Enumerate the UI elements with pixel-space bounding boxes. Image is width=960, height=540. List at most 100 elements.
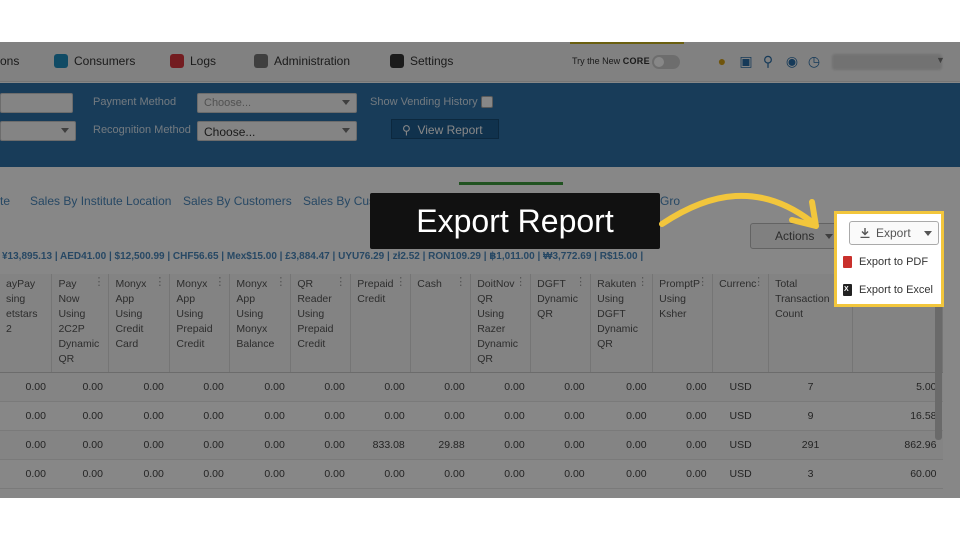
table-cell: 0.00 [652, 401, 713, 431]
top-navigation: ons Consumers Logs Administration Settin… [0, 42, 960, 82]
table-cell: 0.00 [169, 430, 230, 460]
column-menu-icon[interactable]: ⋮ [515, 275, 526, 290]
core-toggle[interactable] [652, 55, 680, 69]
partial-text-field[interactable] [0, 93, 73, 113]
store-icon[interactable]: ▣ [738, 53, 754, 69]
table-cell: 0.00 [108, 430, 170, 460]
administration-icon [254, 54, 268, 68]
column-header-label: PromptP Using Ksher [659, 278, 700, 320]
column-header[interactable]: Pay Now Using 2C2P Dynamic QR ⋮ [51, 274, 110, 373]
table-cell: 0.00 [169, 459, 230, 489]
try-prefix: Try the New [572, 56, 621, 66]
table-cell: 0.00 [652, 459, 713, 489]
table-row[interactable]: 0.00 0.00 0.00 0.00 0.00 0.00 0.00 0.00 0.00 0.00… [0, 401, 943, 431]
vending-history-checkbox[interactable] [481, 96, 493, 108]
consumers-icon [54, 54, 68, 68]
nav-item-consumers[interactable]: Consumers [54, 54, 135, 68]
table-cell: 291 [768, 430, 853, 460]
search-icon[interactable]: ⚲ [760, 53, 776, 69]
column-menu-icon[interactable]: ⋮ [753, 275, 764, 290]
column-menu-icon[interactable]: ⋮ [455, 275, 466, 290]
table-cell: 0.00 [470, 372, 531, 402]
recognition-method-select[interactable]: Choose... [197, 121, 357, 141]
view-report-button[interactable]: ⚲ View Report [391, 119, 499, 139]
table-cell: 0.00 [108, 459, 170, 489]
nav-item-label: Administration [274, 54, 351, 68]
column-menu-icon[interactable]: ⋮ [214, 275, 225, 290]
nav-item-label: Consumers [74, 54, 136, 68]
column-header-label: Monyx App Using Monyx Balance [236, 278, 275, 350]
table-cell: 0.00 [0, 459, 52, 489]
column-header[interactable]: Rakuten Using DGFT Dynamic QR ⋮ [590, 274, 654, 373]
column-menu-icon[interactable]: ⋮ [637, 275, 648, 290]
table-cell: 0.00 [229, 459, 291, 489]
column-header[interactable]: Monyx App Using Prepaid Credit ⋮ [169, 274, 231, 373]
column-header[interactable]: DGFT Dynamic QR ⋮ [530, 274, 592, 373]
column-header[interactable]: ayPay sing etstars 2 [0, 274, 53, 373]
nav-item-label: ons [0, 54, 20, 68]
nav-item-administration[interactable]: Administration [254, 54, 350, 68]
export-excel-label: Export to Excel [859, 284, 933, 296]
settings-icon [390, 54, 404, 68]
export-excel-menu-item[interactable]: X Export to Excel [843, 284, 933, 296]
clock-icon[interactable]: ◷ [806, 53, 822, 69]
payment-method-select[interactable]: Choose... [197, 93, 357, 113]
table-cell: 0.00 [169, 401, 230, 431]
column-header[interactable]: Cash ⋮ [410, 274, 472, 373]
payment-method-value: Choose... [204, 97, 252, 109]
column-menu-icon[interactable]: ⋮ [697, 275, 708, 290]
column-header-label: Monyx App Using Credit Card [115, 278, 147, 350]
column-menu-icon[interactable]: ⋮ [395, 275, 406, 290]
column-header-label: Total Transaction Count [775, 278, 830, 320]
table-cell: 60.00 [852, 459, 943, 489]
column-header-label: Pay Now Using 2C2P Dynamic QR [58, 278, 100, 365]
tab-partial[interactable]: te [0, 194, 10, 208]
table-cell: 0.00 [350, 372, 411, 402]
column-header-label: ayPay sing etstars 2 [6, 278, 38, 335]
tab-sales-by-cust[interactable]: Sales By Cust [303, 194, 378, 208]
chevron-down-icon [342, 100, 350, 105]
pdf-file-icon [843, 256, 852, 268]
partial-select[interactable] [0, 121, 76, 141]
table-cell: 0.00 [229, 372, 291, 402]
table-row[interactable]: 0.00 0.00 0.00 0.00 0.00 0.00 833.08 29.88 0.00 0… [0, 430, 943, 460]
nav-item-partial[interactable]: ons [0, 54, 19, 68]
table-cell: 0.00 [0, 372, 52, 402]
table-cell: USD [712, 459, 769, 489]
column-header[interactable]: Monyx App Using Credit Card ⋮ [108, 274, 171, 373]
column-header[interactable]: DoitNov QR Using Razer Dynamic QR ⋮ [470, 274, 532, 373]
table-row[interactable]: 0.00 0.00 0.00 0.00 0.00 0.00 0.00 0.00 0.00 0.00… [0, 459, 943, 489]
chevron-down-icon[interactable]: ▼ [936, 55, 945, 65]
column-menu-icon[interactable]: ⋮ [275, 275, 286, 290]
column-menu-icon[interactable]: ⋮ [93, 275, 104, 290]
column-header[interactable]: Prepaid Credit ⋮ [350, 274, 412, 373]
table-cell: 0.00 [290, 430, 351, 460]
column-header[interactable]: Currenc ⋮ [712, 274, 770, 373]
table-row[interactable]: 0.00 0.00 0.00 0.00 0.00 0.00 0.00 0.00 0.00 0.00… [0, 372, 943, 402]
tab-sales-by-institute-location[interactable]: Sales By Institute Location [30, 194, 171, 208]
table-cell: 0.00 [290, 401, 351, 431]
curved-arrow-icon [659, 192, 819, 229]
trophy-icon[interactable]: ● [714, 53, 730, 69]
excel-file-icon: X [843, 284, 852, 296]
column-header[interactable]: QR Reader Using Prepaid Credit ⋮ [290, 274, 352, 373]
table-cell: 0.00 [0, 430, 52, 460]
nav-item-settings[interactable]: Settings [390, 54, 453, 68]
column-header-label: Rakuten Using DGFT Dynamic QR [597, 278, 638, 350]
tab-sales-by-customers[interactable]: Sales By Customers [183, 194, 292, 208]
chevron-down-icon [61, 128, 69, 133]
table-cell: 0.00 [590, 459, 653, 489]
table-cell: 0.00 [652, 430, 713, 460]
column-menu-icon[interactable]: ⋮ [335, 275, 346, 290]
export-pdf-menu-item[interactable]: Export to PDF [843, 256, 928, 268]
column-header[interactable]: Monyx App Using Monyx Balance ⋮ [229, 274, 292, 373]
user-menu[interactable] [832, 54, 942, 70]
globe-icon[interactable]: ◉ [784, 53, 800, 69]
nav-accent-line [570, 42, 684, 44]
column-header-label: Cash [417, 278, 442, 290]
column-menu-icon[interactable]: ⋮ [154, 275, 165, 290]
column-header[interactable]: PromptP Using Ksher ⋮ [652, 274, 714, 373]
nav-item-logs[interactable]: Logs [170, 54, 216, 68]
export-button[interactable]: Export [849, 221, 939, 245]
column-menu-icon[interactable]: ⋮ [575, 275, 586, 290]
